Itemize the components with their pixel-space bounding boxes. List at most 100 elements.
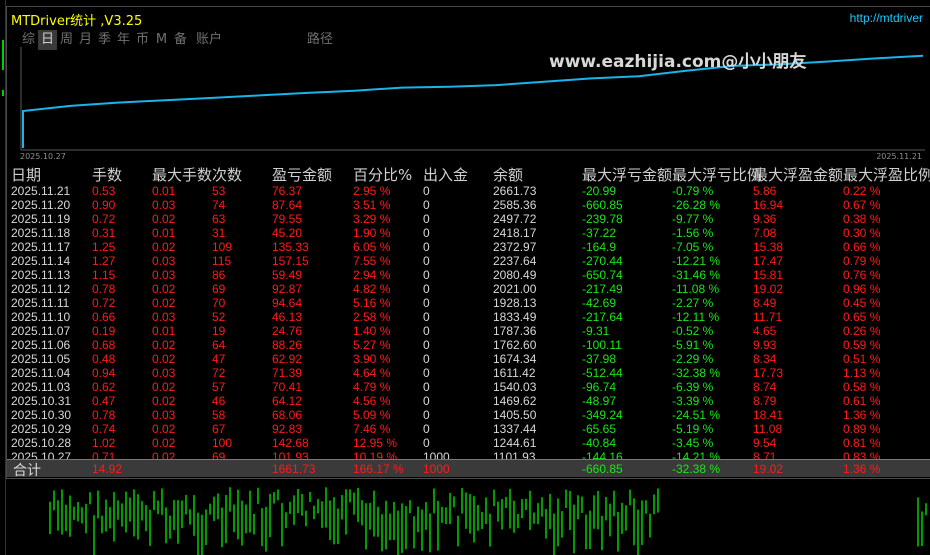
table-cell: 8.34 [753,352,777,366]
column-header: 手数 [92,166,123,184]
table-cell: 2025.11.06 [11,338,71,352]
table-cell: 0.02 [152,380,176,394]
table-cell: 52 [212,310,226,324]
table-cell: 135.33 [272,240,309,254]
table-cell: 0.79 % [843,254,881,268]
table-cell: -9.31 [582,324,610,338]
table-cell: 5.86 [753,184,777,198]
table-cell: -40.84 [582,436,617,450]
table-cell: 0.02 [152,296,176,310]
table-cell: 2025.11.19 [11,212,71,226]
table-cell: 0 [423,324,430,338]
url-link[interactable]: http://mtdriver [850,11,923,25]
table-cell: 100 [212,436,233,450]
table-cell: 109 [212,240,233,254]
table-cell: 1337.44 [493,422,537,436]
table-cell: 0.26 % [843,324,881,338]
table-cell: 3.90 % [353,352,391,366]
table-cell: -217.49 [582,282,623,296]
table-cell: 2497.72 [493,212,537,226]
table-cell: 0.76 % [843,268,881,282]
table-cell: -12.11 % [672,310,720,324]
strip-tick [2,40,4,70]
total-max-float-loss-pct: -32.38 % [672,462,721,476]
table-cell: 1.40 % [353,324,391,338]
table-cell: 53 [212,184,226,198]
table-cell: 64.12 [272,394,303,408]
table-cell: 15.38 [753,240,784,254]
table-cell: 0.45 % [843,296,881,310]
table-cell: 67 [212,422,226,436]
table-row: 2025.11.12 0.78 0.02 69 92.87 4.82 % 0 2021.00 -… [7,282,930,296]
table-cell: 0.68 [92,338,116,352]
table-row: 2025.10.31 0.47 0.02 46 64.12 4.56 % 0 1469.62 -… [7,394,930,408]
column-header: 最大浮亏比例 [672,166,763,184]
table-cell: 0.02 [152,352,176,366]
table-cell: 46 [212,394,226,408]
table-cell: 2372.97 [493,240,537,254]
table-cell: 2025.11.11 [11,296,70,310]
table-row: 2025.11.19 0.72 0.02 63 79.55 3.29 % 0 2497.72 -… [7,212,930,226]
table-cell: 7.08 [753,226,777,240]
table-row: 2025.10.30 0.78 0.03 58 68.06 5.09 % 0 1405.50 -… [7,408,930,422]
table-cell: 45.20 [272,226,303,240]
table-cell: 0.72 [92,212,116,226]
table-cell: -270.44 [582,254,623,268]
table-cell: -37.98 [582,352,617,366]
table-cell: 4.65 [753,324,777,338]
table-cell: 2025.11.05 [11,352,71,366]
table-cell: 0.90 [92,198,116,212]
table-cell: 0.72 [92,296,116,310]
table-cell: 2025.11.04 [11,366,71,380]
table-cell: 2025.10.31 [11,394,72,408]
table-cell: 24.76 [272,324,303,338]
table-cell: -349.24 [582,408,623,422]
table-cell: 46.13 [272,310,303,324]
table-cell: 1.15 [92,268,116,282]
table-row: 2025.11.18 0.31 0.01 31 45.20 1.90 % 0 2418.17 -… [7,226,930,240]
table-cell: 0.22 % [843,184,881,198]
table-cell: 2025.11.17 [11,240,71,254]
table-cell: 58 [212,408,226,422]
strip-tick [2,90,4,96]
table-cell: -217.64 [582,310,623,324]
table-cell: 1540.03 [493,380,537,394]
table-cell: 1.36 % [843,408,881,422]
table-cell: 0.81 % [843,436,881,450]
table-cell: 2025.11.07 [11,324,71,338]
table-cell: 1787.36 [493,324,537,338]
table-cell: -239.78 [582,212,623,226]
table-cell: 142.68 [272,436,309,450]
table-cell: 2025.11.03 [11,380,71,394]
table-cell: 0.02 [152,212,176,226]
table-cell: 0.51 % [843,352,881,366]
table-cell: 17.73 [753,366,784,380]
total-max-float-profit: 19.02 [753,462,784,476]
table-cell: 0.89 % [843,422,881,436]
table-row: 2025.11.13 1.15 0.03 86 59.49 2.94 % 0 2080.49 -… [7,268,930,282]
table-cell: 0 [423,296,430,310]
table-cell: 8.74 [753,380,777,394]
table-cell: 9.93 [753,338,777,352]
table-cell: 1674.34 [493,352,537,366]
table-cell: -7.05 % [672,240,714,254]
table-cell: 19.02 [753,282,784,296]
table-cell: 19 [212,324,226,338]
table-cell: 18.41 [753,408,784,422]
total-lots: 14.92 [92,462,123,476]
table-cell: 3.29 % [353,212,391,226]
total-row: 合计 14.92 1661.73 166.17 % 1000 -660.85 -… [7,459,930,479]
table-cell: -2.27 % [672,296,714,310]
table-row: 2025.11.05 0.48 0.02 47 62.92 3.90 % 0 1674.34 -… [7,352,930,366]
table-cell: 92.83 [272,422,303,436]
table-cell: -5.19 % [672,422,714,436]
table-cell: -20.99 [582,184,617,198]
table-cell: 2.95 % [353,184,391,198]
table-cell: 0.02 [152,394,176,408]
table-row: 2025.11.14 1.27 0.03 115 157.15 7.55 % 0 2237.6… [7,254,930,268]
table-cell: 0.02 [152,436,176,450]
table-cell: 0.78 [92,408,116,422]
table-cell: 1928.13 [493,296,537,310]
table-cell: 17.47 [753,254,784,268]
column-header: 次数 [212,166,243,184]
